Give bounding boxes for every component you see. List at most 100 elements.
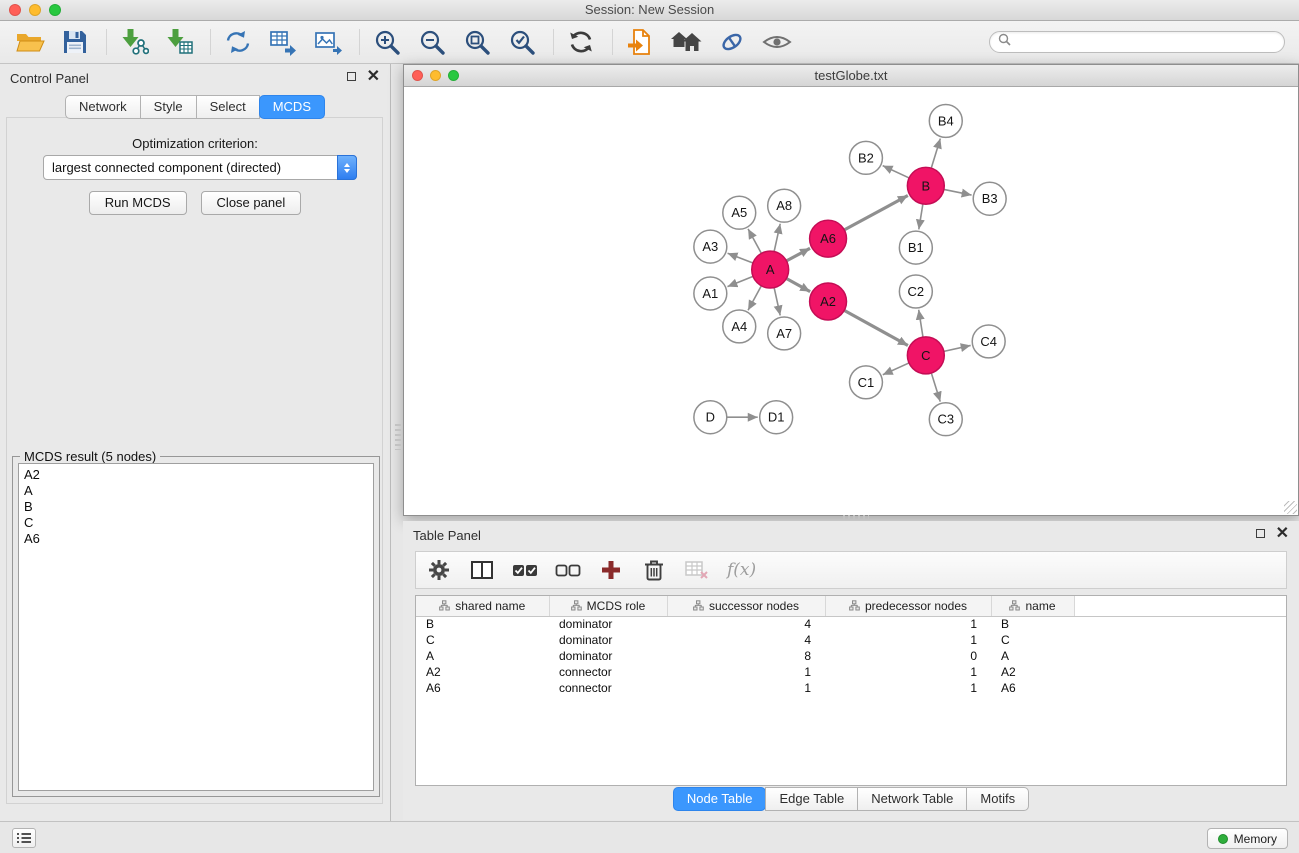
zoom-out-icon[interactable] — [416, 25, 448, 59]
table-row[interactable]: Adominator80A — [416, 648, 1286, 664]
cell-predecessor-nodes[interactable]: 1 — [825, 616, 991, 632]
result-item[interactable]: C — [24, 515, 368, 531]
tab-network-table[interactable]: Network Table — [857, 787, 967, 811]
export-network-icon[interactable] — [222, 25, 254, 59]
column-header-predecessor-nodes[interactable]: predecessor nodes — [825, 596, 991, 616]
edge-A-A4[interactable] — [748, 286, 761, 310]
cell-name[interactable]: A6 — [991, 680, 1074, 696]
run-mcds-button[interactable]: Run MCDS — [89, 191, 187, 215]
save-session-icon[interactable] — [59, 25, 91, 59]
dropdown-stepper-icon[interactable] — [337, 155, 357, 180]
graph-node-A6[interactable]: A6 — [810, 220, 847, 257]
column-header-MCDS-role[interactable]: MCDS role — [549, 596, 667, 616]
graphics-details-icon[interactable] — [716, 25, 748, 59]
cell-predecessor-nodes[interactable]: 1 — [825, 632, 991, 648]
edge-A-A1[interactable] — [727, 276, 753, 286]
result-item[interactable]: A — [24, 483, 368, 499]
cell-MCDS-role[interactable]: dominator — [549, 616, 667, 632]
float-panel-button[interactable] — [347, 72, 356, 81]
graph-node-A[interactable]: A — [752, 251, 789, 288]
cell-name[interactable]: A2 — [991, 664, 1074, 680]
optimization-dropdown[interactable]: largest connected component (directed) — [43, 155, 357, 180]
edge-A-A5[interactable] — [748, 229, 761, 253]
close-window-button[interactable] — [9, 4, 21, 16]
show-panels-list-icon[interactable] — [12, 828, 36, 848]
cell-successor-nodes[interactable]: 4 — [667, 632, 825, 648]
edge-C-C1[interactable] — [883, 363, 909, 375]
import-table-icon[interactable] — [163, 25, 195, 59]
cell-name[interactable]: C — [991, 632, 1074, 648]
graph-node-B2[interactable]: B2 — [850, 141, 883, 174]
graph-node-D[interactable]: D — [694, 401, 727, 434]
tab-node-table[interactable]: Node Table — [673, 787, 767, 811]
network-window-titlebar[interactable]: testGlobe.txt — [404, 65, 1298, 87]
eye-icon[interactable] — [761, 25, 793, 59]
graph-node-A5[interactable]: A5 — [723, 196, 756, 229]
cell-successor-nodes[interactable]: 1 — [667, 680, 825, 696]
graph-node-B3[interactable]: B3 — [973, 182, 1006, 215]
result-item[interactable]: A2 — [24, 467, 368, 483]
vertical-splitter-handle[interactable] — [395, 424, 401, 450]
zoom-selected-icon[interactable] — [506, 25, 538, 59]
tab-edge-table[interactable]: Edge Table — [765, 787, 858, 811]
home-icon[interactable] — [669, 25, 703, 59]
network-zoom-button[interactable] — [448, 70, 459, 81]
import-network-icon[interactable] — [118, 25, 150, 59]
table-row[interactable]: A6connector11A6 — [416, 680, 1286, 696]
select-all-rows-icon[interactable] — [512, 556, 538, 584]
function-builder-icon[interactable]: f(x) — [727, 556, 756, 584]
edge-A-A8[interactable] — [774, 224, 780, 252]
search-input[interactable] — [1016, 35, 1276, 49]
tab-select[interactable]: Select — [196, 95, 260, 119]
result-item[interactable]: A6 — [24, 531, 368, 547]
graph-node-C4[interactable]: C4 — [972, 325, 1005, 358]
edge-A-A6[interactable] — [786, 248, 810, 261]
table-row[interactable]: Bdominator41B — [416, 616, 1286, 632]
column-header-successor-nodes[interactable]: successor nodes — [667, 596, 825, 616]
horizontal-splitter-handle[interactable] — [843, 515, 869, 520]
cell-predecessor-nodes[interactable]: 1 — [825, 664, 991, 680]
edge-C-C4[interactable] — [944, 345, 971, 351]
delete-table-icon[interactable] — [684, 556, 710, 584]
apply-layout-icon[interactable] — [565, 25, 597, 59]
zoom-fit-icon[interactable] — [461, 25, 493, 59]
minimize-window-button[interactable] — [29, 4, 41, 16]
graph-node-D1[interactable]: D1 — [760, 401, 793, 434]
edge-B-B3[interactable] — [944, 189, 972, 195]
table-settings-gear-icon[interactable] — [426, 556, 452, 584]
graph-node-C[interactable]: C — [907, 337, 944, 374]
edge-B-B4[interactable] — [931, 139, 940, 169]
cell-successor-nodes[interactable]: 4 — [667, 616, 825, 632]
table-row[interactable]: A2connector11A2 — [416, 664, 1286, 680]
result-item[interactable]: B — [24, 499, 368, 515]
graph-node-A4[interactable]: A4 — [723, 310, 756, 343]
cell-shared-name[interactable]: A2 — [416, 664, 549, 680]
float-table-panel-button[interactable] — [1256, 529, 1265, 538]
cell-name[interactable]: A — [991, 648, 1074, 664]
edge-A-A7[interactable] — [774, 288, 780, 316]
zoom-in-icon[interactable] — [371, 25, 403, 59]
edge-C-C3[interactable] — [931, 373, 940, 402]
cell-name[interactable]: B — [991, 616, 1074, 632]
tab-mcds[interactable]: MCDS — [259, 95, 325, 119]
toolbar-search-field[interactable] — [989, 31, 1285, 53]
edge-A2-C[interactable] — [844, 310, 908, 345]
tab-style[interactable]: Style — [140, 95, 197, 119]
tab-network[interactable]: Network — [65, 95, 141, 119]
graph-node-A8[interactable]: A8 — [768, 189, 801, 222]
graph-node-A2[interactable]: A2 — [810, 283, 847, 320]
graph-node-C1[interactable]: C1 — [850, 366, 883, 399]
cell-successor-nodes[interactable]: 1 — [667, 664, 825, 680]
delete-column-icon[interactable] — [641, 556, 667, 584]
table-row[interactable]: Cdominator41C — [416, 632, 1286, 648]
first-neighbors-icon[interactable] — [624, 25, 656, 59]
cell-MCDS-role[interactable]: dominator — [549, 632, 667, 648]
cell-shared-name[interactable]: B — [416, 616, 549, 632]
edge-A-A3[interactable] — [728, 253, 753, 263]
export-table-icon[interactable] — [267, 25, 299, 59]
cell-MCDS-role[interactable]: connector — [549, 664, 667, 680]
close-panel-button-cp[interactable]: Close panel — [201, 191, 302, 215]
export-image-icon[interactable] — [312, 25, 344, 59]
edge-C-C2[interactable] — [919, 310, 923, 337]
close-panel-button[interactable]: ✕ — [367, 71, 380, 82]
